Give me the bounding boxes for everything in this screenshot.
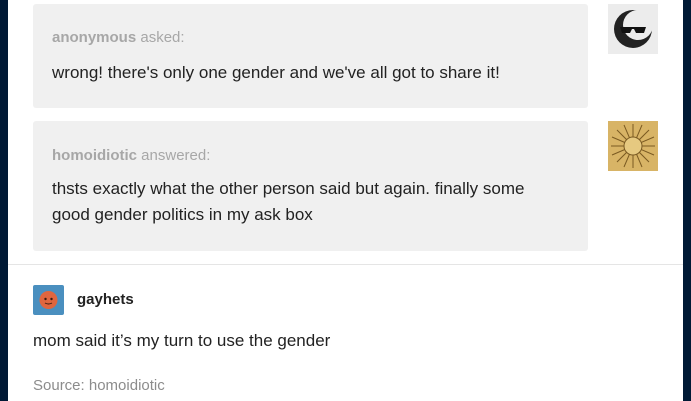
source-label: Source:	[33, 377, 85, 394]
answerer-avatar[interactable]	[608, 121, 658, 171]
reblogger-username[interactable]: gayhets	[77, 291, 134, 308]
answerer-name[interactable]: homoidiotic	[52, 147, 137, 164]
reblog-text: mom said it’s my turn to use the gender	[33, 331, 331, 350]
source-link[interactable]: homoidiotic	[89, 377, 165, 394]
divider	[8, 264, 683, 265]
ask-header: anonymous asked:	[52, 29, 185, 46]
ask-verb: asked:	[140, 29, 185, 46]
answer-bubble: homoidiotic answered: thsts exactly what…	[33, 121, 588, 251]
answer-text: thsts exactly what the other person said…	[52, 179, 525, 224]
post-card: anonymous asked: wrong! there's only one…	[8, 0, 683, 401]
asker-avatar[interactable]	[608, 4, 658, 54]
answer-verb: answered:	[141, 147, 211, 164]
asker-name: anonymous	[52, 29, 137, 46]
source-line: Source: homoidiotic	[33, 377, 165, 394]
ask-bubble: anonymous asked: wrong! there's only one…	[33, 4, 588, 108]
sun-icon	[608, 121, 658, 171]
reblogger-avatar[interactable]	[33, 285, 64, 315]
face-icon	[39, 291, 58, 309]
ask-question: wrong! there's only one gender and we've…	[52, 63, 500, 82]
answer-header: homoidiotic answered:	[52, 147, 210, 164]
sunglasses-moon-icon	[614, 10, 653, 48]
